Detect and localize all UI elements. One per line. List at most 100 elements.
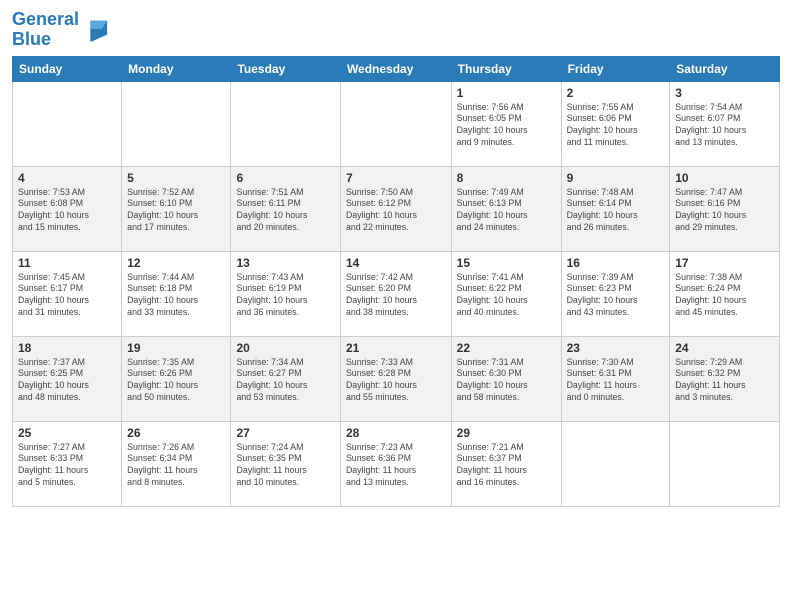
table-row [561,421,670,506]
day-info: Sunrise: 7:30 AM Sunset: 6:31 PM Dayligh… [567,357,665,405]
day-number: 24 [675,341,774,355]
day-number: 23 [567,341,665,355]
calendar-table: Sunday Monday Tuesday Wednesday Thursday… [12,56,780,507]
calendar-header-row: Sunday Monday Tuesday Wednesday Thursday… [13,56,780,81]
day-info: Sunrise: 7:56 AM Sunset: 6:05 PM Dayligh… [457,102,556,150]
day-number: 28 [346,426,446,440]
logo-blue: Blue [12,29,51,49]
day-number: 8 [457,171,556,185]
day-info: Sunrise: 7:29 AM Sunset: 6:32 PM Dayligh… [675,357,774,405]
day-number: 12 [127,256,225,270]
day-info: Sunrise: 7:52 AM Sunset: 6:10 PM Dayligh… [127,187,225,235]
table-row [340,81,451,166]
table-row: 8 Sunrise: 7:49 AM Sunset: 6:13 PM Daylig… [451,166,561,251]
day-number: 15 [457,256,556,270]
col-wednesday: Wednesday [340,56,451,81]
day-number: 14 [346,256,446,270]
day-info: Sunrise: 7:42 AM Sunset: 6:20 PM Dayligh… [346,272,446,320]
day-info: Sunrise: 7:45 AM Sunset: 6:17 PM Dayligh… [18,272,116,320]
table-row [122,81,231,166]
day-info: Sunrise: 7:51 AM Sunset: 6:11 PM Dayligh… [236,187,334,235]
col-thursday: Thursday [451,56,561,81]
calendar-week-row: 1 Sunrise: 7:56 AM Sunset: 6:05 PM Daylig… [13,81,780,166]
table-row: 14 Sunrise: 7:42 AM Sunset: 6:20 PM Dayli… [340,251,451,336]
day-number: 19 [127,341,225,355]
day-info: Sunrise: 7:26 AM Sunset: 6:34 PM Dayligh… [127,442,225,490]
calendar-page: General Blue Sunday Monday Tuesday Wedne… [0,0,792,612]
table-row: 28 Sunrise: 7:23 AM Sunset: 6:36 PM Dayli… [340,421,451,506]
day-info: Sunrise: 7:38 AM Sunset: 6:24 PM Dayligh… [675,272,774,320]
day-number: 5 [127,171,225,185]
day-number: 29 [457,426,556,440]
day-number: 20 [236,341,334,355]
logo-icon [81,16,109,44]
day-info: Sunrise: 7:48 AM Sunset: 6:14 PM Dayligh… [567,187,665,235]
day-number: 16 [567,256,665,270]
day-number: 3 [675,86,774,100]
day-info: Sunrise: 7:39 AM Sunset: 6:23 PM Dayligh… [567,272,665,320]
table-row: 29 Sunrise: 7:21 AM Sunset: 6:37 PM Dayli… [451,421,561,506]
col-tuesday: Tuesday [231,56,340,81]
table-row: 7Sunrise: 7:50 AM Sunset: 6:12 PM Daylig… [340,166,451,251]
table-row: 5 Sunrise: 7:52 AM Sunset: 6:10 PM Daylig… [122,166,231,251]
day-number: 7 [346,171,446,185]
table-row: 19 Sunrise: 7:35 AM Sunset: 6:26 PM Dayli… [122,336,231,421]
table-row: 9 Sunrise: 7:48 AM Sunset: 6:14 PM Daylig… [561,166,670,251]
table-row: 1 Sunrise: 7:56 AM Sunset: 6:05 PM Daylig… [451,81,561,166]
table-row: 21 Sunrise: 7:33 AM Sunset: 6:28 PM Dayli… [340,336,451,421]
table-row: 24 Sunrise: 7:29 AM Sunset: 6:32 PM Dayli… [670,336,780,421]
table-row: 11 Sunrise: 7:45 AM Sunset: 6:17 PM Dayli… [13,251,122,336]
col-sunday: Sunday [13,56,122,81]
table-row [13,81,122,166]
table-row: 23 Sunrise: 7:30 AM Sunset: 6:31 PM Dayli… [561,336,670,421]
day-info: Sunrise: 7:55 AM Sunset: 6:06 PM Dayligh… [567,102,665,150]
table-row: 18 Sunrise: 7:37 AM Sunset: 6:25 PM Dayli… [13,336,122,421]
day-info: Sunrise: 7:31 AM Sunset: 6:30 PM Dayligh… [457,357,556,405]
day-number: 21 [346,341,446,355]
table-row: 6 Sunrise: 7:51 AM Sunset: 6:11 PM Daylig… [231,166,340,251]
day-number: 1 [457,86,556,100]
day-number: 17 [675,256,774,270]
table-row: 22 Sunrise: 7:31 AM Sunset: 6:30 PM Dayli… [451,336,561,421]
day-info: Sunrise: 7:27 AM Sunset: 6:33 PM Dayligh… [18,442,116,490]
table-row: 17 Sunrise: 7:38 AM Sunset: 6:24 PM Dayli… [670,251,780,336]
day-number: 22 [457,341,556,355]
logo-general: General [12,9,79,29]
day-info: Sunrise: 7:35 AM Sunset: 6:26 PM Dayligh… [127,357,225,405]
calendar-week-row: 18 Sunrise: 7:37 AM Sunset: 6:25 PM Dayli… [13,336,780,421]
table-row: 4Sunrise: 7:53 AM Sunset: 6:08 PM Daylig… [13,166,122,251]
day-number: 2 [567,86,665,100]
day-info: Sunrise: 7:21 AM Sunset: 6:37 PM Dayligh… [457,442,556,490]
table-row: 13 Sunrise: 7:43 AM Sunset: 6:19 PM Dayli… [231,251,340,336]
table-row: 2 Sunrise: 7:55 AM Sunset: 6:06 PM Daylig… [561,81,670,166]
table-row: 15Sunrise: 7:41 AM Sunset: 6:22 PM Dayli… [451,251,561,336]
day-number: 6 [236,171,334,185]
table-row: 20Sunrise: 7:34 AM Sunset: 6:27 PM Dayli… [231,336,340,421]
col-monday: Monday [122,56,231,81]
table-row: 3Sunrise: 7:54 AM Sunset: 6:07 PM Daylig… [670,81,780,166]
day-info: Sunrise: 7:23 AM Sunset: 6:36 PM Dayligh… [346,442,446,490]
day-info: Sunrise: 7:37 AM Sunset: 6:25 PM Dayligh… [18,357,116,405]
calendar-week-row: 25 Sunrise: 7:27 AM Sunset: 6:33 PM Dayli… [13,421,780,506]
day-number: 27 [236,426,334,440]
table-row: 25 Sunrise: 7:27 AM Sunset: 6:33 PM Dayli… [13,421,122,506]
logo: General Blue [12,10,109,50]
table-row: 12Sunrise: 7:44 AM Sunset: 6:18 PM Dayli… [122,251,231,336]
table-row: 27 Sunrise: 7:24 AM Sunset: 6:35 PM Dayli… [231,421,340,506]
table-row [231,81,340,166]
day-number: 10 [675,171,774,185]
day-number: 18 [18,341,116,355]
col-saturday: Saturday [670,56,780,81]
day-number: 9 [567,171,665,185]
day-info: Sunrise: 7:49 AM Sunset: 6:13 PM Dayligh… [457,187,556,235]
page-header: General Blue [12,10,780,50]
day-number: 13 [236,256,334,270]
day-number: 26 [127,426,225,440]
day-number: 4 [18,171,116,185]
day-info: Sunrise: 7:33 AM Sunset: 6:28 PM Dayligh… [346,357,446,405]
calendar-week-row: 11 Sunrise: 7:45 AM Sunset: 6:17 PM Dayli… [13,251,780,336]
day-number: 11 [18,256,116,270]
day-number: 25 [18,426,116,440]
day-info: Sunrise: 7:43 AM Sunset: 6:19 PM Dayligh… [236,272,334,320]
day-info: Sunrise: 7:24 AM Sunset: 6:35 PM Dayligh… [236,442,334,490]
